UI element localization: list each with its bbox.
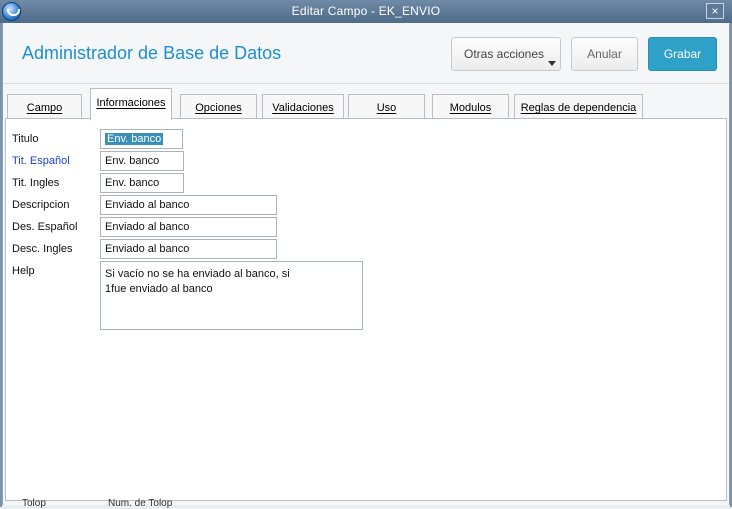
descripcion-label: Descripcion	[12, 199, 70, 211]
save-button[interactable]: Grabar	[648, 37, 717, 71]
dialog-window: Administrador de Base de Datos Otras acc…	[2, 23, 730, 505]
desc-ingles-input[interactable]: Enviado al banco	[100, 239, 277, 259]
tit-espanol-input[interactable]: Env. banco	[100, 151, 184, 171]
more-actions-label: Otras acciones	[464, 47, 545, 61]
tab-campo[interactable]: Campo	[7, 94, 82, 118]
page-title: Administrador de Base de Datos	[22, 43, 282, 63]
tab-reglas-de-dependencia[interactable]: Reglas de dependencia	[514, 94, 643, 118]
desc-ingles-label: Desc. Ingles	[12, 243, 73, 255]
titulo-input[interactable]: Env. banco	[100, 129, 183, 149]
tit-ingles-label: Tit. Ingles	[12, 177, 60, 189]
close-icon: ×	[711, 4, 719, 18]
titulo-value: Env. banco	[105, 133, 164, 145]
tit-ingles-input[interactable]: Env. banco	[100, 173, 184, 193]
tab-opciones[interactable]: Opciones	[180, 94, 257, 118]
des-espanol-label: Des. Español	[12, 221, 78, 233]
tab-uso[interactable]: Uso	[348, 94, 425, 118]
tab-modulos[interactable]: Modulos	[432, 94, 509, 118]
help-line-2: 1fue enviado al banco	[105, 283, 213, 295]
cancel-button[interactable]: Anular	[571, 37, 638, 71]
tab-informaciones[interactable]: Informaciones	[90, 88, 172, 120]
background-text-fragment: Num. de Tolop	[108, 498, 173, 509]
help-line-1: Si vacío no se ha enviado al banco, si	[105, 268, 290, 280]
help-textarea[interactable]: Si vacío no se ha enviado al banco, si 1…	[100, 261, 363, 330]
tab-validaciones[interactable]: Validaciones	[262, 94, 344, 118]
more-actions-button[interactable]: Otras acciones	[451, 37, 561, 71]
descripcion-input[interactable]: Enviado al banco	[100, 195, 277, 215]
close-button[interactable]: ×	[706, 3, 724, 19]
title-bar: Editar Campo - EK_ENVIO ×	[0, 0, 732, 23]
des-espanol-input[interactable]: Enviado al banco	[100, 217, 277, 237]
help-label: Help	[12, 265, 35, 277]
informaciones-panel: Titulo Env. banco Tit. Español Env. banc…	[5, 118, 727, 501]
titulo-label: Titulo	[12, 133, 39, 145]
window-title: Editar Campo - EK_ENVIO	[291, 4, 441, 18]
chevron-down-icon	[548, 61, 556, 66]
dialog-header: Administrador de Base de Datos Otras acc…	[3, 23, 729, 84]
tit-espanol-label: Tit. Español	[12, 155, 70, 167]
background-text-fragment: Tolop	[22, 498, 46, 509]
tab-bar: Campo Informaciones Opciones Validacione…	[3, 84, 729, 120]
